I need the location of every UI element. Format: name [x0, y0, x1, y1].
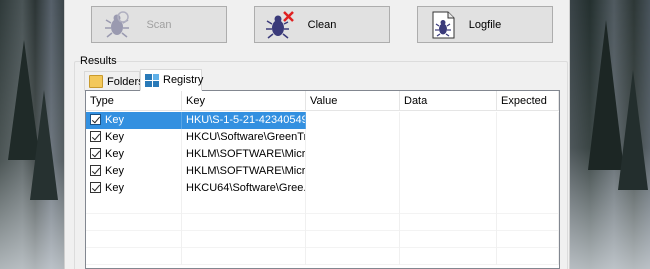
registry-list[interactable]: Type Key Value Data Expected Key HKU\S-1-… [85, 90, 560, 269]
cell-expected [497, 163, 559, 180]
cell-value [306, 146, 400, 163]
cell-type-text: Key [105, 165, 124, 177]
cell-key: HKLM\SOFTWARE\Micr... [182, 163, 306, 180]
row-checkbox[interactable] [90, 131, 101, 142]
cell-type-text: Key [105, 148, 124, 160]
empty-row [86, 197, 559, 214]
tab-registry-label: Registry [163, 74, 204, 86]
cell-key: HKCU64\Software\Gree... [182, 180, 306, 197]
cell-value [306, 180, 400, 197]
cell-type: Key [86, 112, 182, 129]
cell-data [400, 146, 497, 163]
list-rows: Key HKU\S-1-5-21-42340549... Key HKCU\Softw… [86, 112, 559, 265]
cell-data [400, 180, 497, 197]
logfile-button-label: Logfile [468, 19, 502, 31]
cell-type: Key [86, 146, 182, 163]
table-row[interactable]: Key HKLM\SOFTWARE\Micr... [86, 146, 559, 163]
cell-type: Key [86, 180, 182, 197]
cell-data [400, 129, 497, 146]
row-checkbox[interactable] [90, 182, 101, 193]
table-row[interactable]: Key HKLM\SOFTWARE\Micr... [86, 163, 559, 180]
table-row[interactable]: Key HKCU\Software\GreenTr... [86, 129, 559, 146]
tab-folders-label: Folders [107, 75, 144, 88]
wallpaper-tree [30, 90, 58, 200]
cell-data [400, 112, 497, 129]
folder-icon [89, 75, 103, 88]
scan-button[interactable]: Scan [91, 6, 227, 43]
tab-registry[interactable]: Registry [140, 69, 204, 91]
empty-row [86, 231, 559, 248]
cell-type: Key [86, 163, 182, 180]
cell-key: HKU\S-1-5-21-42340549... [182, 112, 306, 129]
column-header-type[interactable]: Type [86, 91, 182, 111]
cell-key: HKCU\Software\GreenTr... [182, 129, 306, 146]
logfile-button[interactable]: Logfile [417, 6, 553, 43]
row-checkbox[interactable] [90, 114, 101, 125]
wallpaper-tree [618, 70, 648, 190]
cell-expected [497, 180, 559, 197]
cell-value [306, 129, 400, 146]
row-checkbox[interactable] [90, 148, 101, 159]
empty-row [86, 214, 559, 231]
cell-data [400, 163, 497, 180]
cell-expected [497, 129, 559, 146]
column-header-data[interactable]: Data [400, 91, 497, 111]
table-row[interactable]: Key HKCU64\Software\Gree... [86, 180, 559, 197]
clean-button-label: Clean [307, 19, 337, 31]
registry-icon [145, 73, 159, 87]
empty-row [86, 248, 559, 265]
cell-type-text: Key [105, 131, 124, 143]
clean-button[interactable]: Clean [254, 6, 390, 43]
cell-type-text: Key [105, 182, 124, 194]
column-header-key[interactable]: Key [182, 91, 306, 111]
cell-value [306, 112, 400, 129]
tab-folders[interactable]: Folders [84, 71, 144, 91]
cell-type: Key [86, 129, 182, 146]
results-group-label: Results [80, 55, 117, 67]
table-row[interactable]: Key HKU\S-1-5-21-42340549... [86, 112, 559, 129]
cell-expected [497, 146, 559, 163]
cell-type-text: Key [105, 114, 124, 126]
scan-button-label: Scan [146, 19, 172, 31]
column-header-expected[interactable]: Expected [497, 91, 559, 111]
column-header-value[interactable]: Value [306, 91, 400, 111]
cell-value [306, 163, 400, 180]
cell-expected [497, 112, 559, 129]
row-checkbox[interactable] [90, 165, 101, 176]
cell-key: HKLM\SOFTWARE\Micr... [182, 146, 306, 163]
app-window: Scan Clean Logfile Results Folders Regis… [64, 0, 570, 269]
list-header: Type Key Value Data Expected [86, 91, 559, 111]
